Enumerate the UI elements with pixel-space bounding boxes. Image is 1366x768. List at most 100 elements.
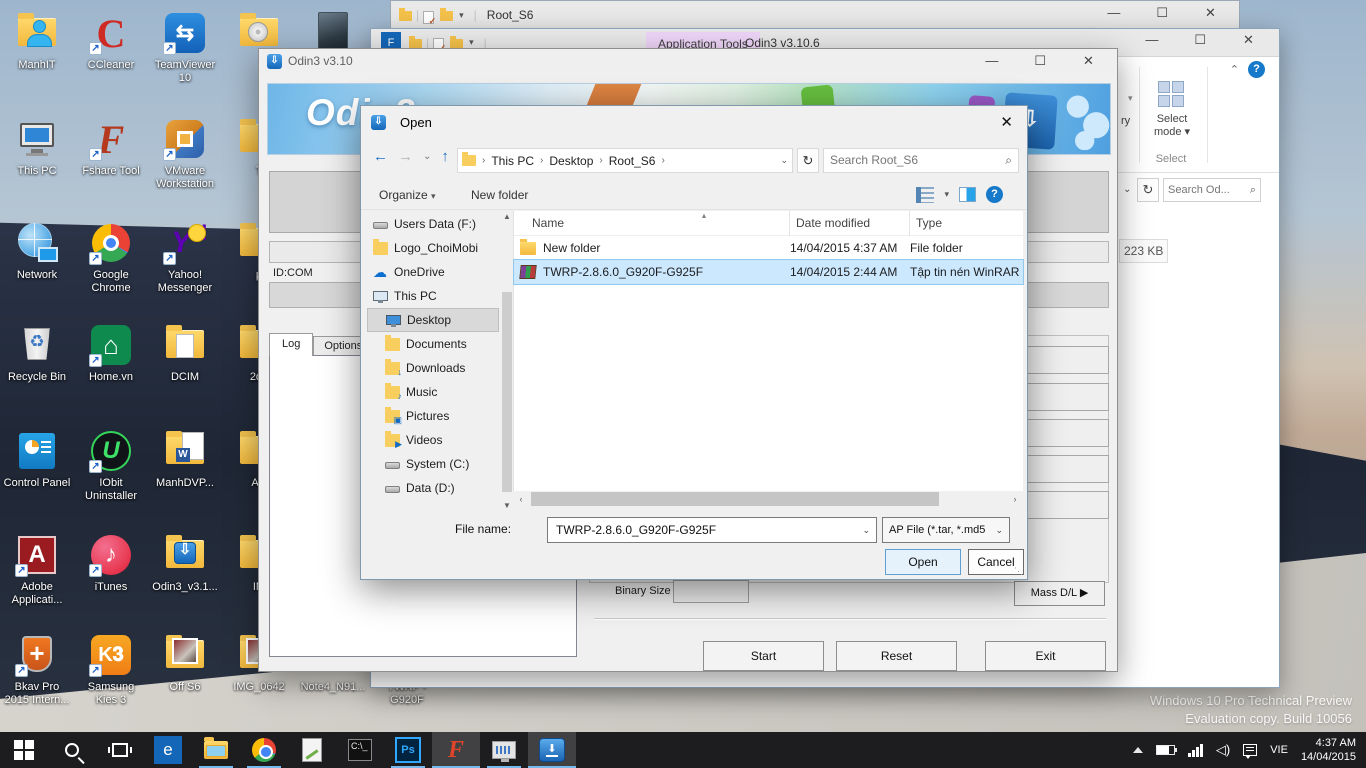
- crumb-root-s6[interactable]: Root_S6: [609, 154, 656, 168]
- mass-dl-button[interactable]: Mass D/L ▶: [1014, 581, 1105, 606]
- file-row-new-folder[interactable]: New folder14/04/2015 4:37 AMFile folder: [514, 236, 1023, 260]
- maximize-button[interactable]: ☐: [1140, 5, 1185, 21]
- close-button[interactable]: ✕: [1188, 5, 1233, 21]
- network-signal-icon[interactable]: [1188, 744, 1203, 757]
- close-button[interactable]: ✕: [1066, 53, 1111, 69]
- qat-customize-caret[interactable]: ▾: [459, 10, 464, 21]
- desktop-icon-google-chrome[interactable]: ↗Google Chrome: [76, 220, 146, 295]
- desktop-icon-vmware-workstation[interactable]: ↗VMware Workstation: [150, 116, 220, 191]
- scroll-up-icon[interactable]: ▲: [501, 212, 513, 221]
- view-list-icon[interactable]: [916, 187, 934, 203]
- qat-customize-caret[interactable]: ▾: [469, 37, 474, 48]
- desktop-icon-off-s6[interactable]: Off S6: [150, 632, 220, 694]
- desktop-icon-fshare-tool[interactable]: F↗Fshare Tool: [76, 116, 146, 178]
- sidebar-item-desktop[interactable]: Desktop: [367, 308, 499, 332]
- action-center-icon[interactable]: [1243, 744, 1257, 756]
- tab-log[interactable]: Log: [269, 333, 313, 356]
- sidebar-item-data-d-[interactable]: Data (D:): [367, 476, 499, 500]
- taskbar-task-view-button[interactable]: [96, 732, 144, 768]
- language-indicator[interactable]: VIE: [1270, 744, 1288, 756]
- folder-icon[interactable]: [399, 11, 412, 21]
- resize-grip[interactable]: ⋱: [1014, 566, 1024, 577]
- desktop-icon-ccleaner[interactable]: C↗CCleaner: [76, 10, 146, 72]
- open-dialog[interactable]: ⇩ Open ✕ ← → ⌄ ↑ ›This PC›Desktop›Root_S…: [360, 105, 1028, 580]
- minimize-button[interactable]: —: [1091, 5, 1136, 20]
- taskbar-file-explorer-button[interactable]: [192, 732, 240, 768]
- desktop-icon-adobe-applicati-[interactable]: A↗Adobe Applicati...: [2, 532, 72, 607]
- help-icon[interactable]: ?: [1248, 61, 1265, 78]
- sidebar-item-music[interactable]: ♪Music: [367, 380, 499, 404]
- horizontal-scrollbar[interactable]: ‹ ›: [513, 491, 1023, 507]
- address-caret-icon[interactable]: ⌄: [1123, 184, 1131, 195]
- desktop-icon-iobit-uninstaller[interactable]: U↗IObit Uninstaller: [76, 428, 146, 503]
- sidebar-item-logo-choimobi[interactable]: Logo_ChoiMobi: [367, 236, 499, 260]
- desktop-icon-this-pc[interactable]: This PC: [2, 116, 72, 178]
- maximize-button[interactable]: ☐: [1178, 32, 1223, 48]
- new-folder-icon[interactable]: [450, 39, 463, 49]
- sidebar-item-this-pc[interactable]: This PC: [367, 284, 499, 308]
- desktop-icon-teamviewer-10[interactable]: ⇆↗TeamViewer 10: [150, 10, 220, 85]
- sidebar-item-videos[interactable]: ▶Videos: [367, 428, 499, 452]
- minimize-button[interactable]: —: [1129, 32, 1174, 47]
- taskbar-chrome-button[interactable]: [240, 732, 288, 768]
- battery-icon[interactable]: [1156, 745, 1175, 755]
- minimize-button[interactable]: —: [969, 53, 1014, 68]
- crumb-desktop[interactable]: Desktop: [549, 154, 593, 168]
- folder-icon[interactable]: [409, 39, 422, 49]
- recent-locations-caret[interactable]: ⌄: [423, 151, 431, 162]
- taskbar-fshare-button[interactable]: F: [432, 732, 480, 768]
- desktop-icon-itunes[interactable]: ♪↗iTunes: [76, 532, 146, 594]
- file-name-combo[interactable]: TWRP-2.8.6.0_G920F-G925F ⌄: [547, 517, 877, 543]
- dialog-search-input[interactable]: ⌕ Search Root_S6: [823, 148, 1019, 173]
- sidebar-item-users-data-f-[interactable]: Users Data (F:): [367, 212, 499, 236]
- file-type-combo[interactable]: AP File (*.tar, *.md5 ⌄: [882, 517, 1010, 543]
- address-caret-icon[interactable]: ⌄: [780, 155, 788, 166]
- sidebar-item-pictures[interactable]: ▣Pictures: [367, 404, 499, 428]
- desktop-icon-manhit[interactable]: ManhIT: [2, 10, 72, 72]
- new-folder-icon[interactable]: [440, 11, 453, 21]
- explorer-search-input[interactable]: ⌕ Search Od...: [1163, 178, 1261, 202]
- sidebar-item-onedrive[interactable]: ☁OneDrive: [367, 260, 499, 284]
- maximize-button[interactable]: ☐: [1018, 53, 1063, 69]
- scroll-right-icon[interactable]: ›: [1007, 491, 1023, 507]
- history-label-fragment[interactable]: ry: [1121, 115, 1130, 127]
- close-icon[interactable]: ✕: [1000, 113, 1013, 131]
- forward-button[interactable]: →: [398, 148, 413, 165]
- taskbar-photoshop-button[interactable]: Ps: [384, 732, 432, 768]
- nav-scrollbar[interactable]: ▲ ▼: [501, 212, 513, 510]
- desktop-icon-samsung-kies-3[interactable]: K𝟑↗Samsung Kies 3: [76, 632, 146, 707]
- binary-size-field[interactable]: [673, 580, 749, 603]
- refresh-button[interactable]: ↻: [1137, 178, 1159, 202]
- scroll-thumb[interactable]: [531, 492, 939, 506]
- window-root-s6[interactable]: | ▾ | Root_S6 — ☐ ✕: [390, 0, 1240, 30]
- exit-button[interactable]: Exit: [985, 641, 1106, 671]
- view-caret-icon[interactable]: ▾: [944, 189, 949, 200]
- desktop-icon-network[interactable]: Network: [2, 220, 72, 282]
- taskbar-start-button[interactable]: [0, 732, 48, 768]
- scroll-thumb[interactable]: [502, 292, 512, 492]
- taskbar-vmware-button[interactable]: [480, 732, 528, 768]
- desktop-icon-control-panel[interactable]: Control Panel: [2, 428, 72, 490]
- help-icon[interactable]: ?: [986, 186, 1003, 203]
- file-row-twrp-2-8-6-0-g920f-g925f[interactable]: TWRP-2.8.6.0_G920F-G925F14/04/2015 2:44 …: [514, 260, 1023, 284]
- column-header-name[interactable]: Name: [514, 211, 790, 236]
- desktop-icon-odin3-v3-1-[interactable]: ⇩Odin3_v3.1...: [150, 532, 220, 594]
- open-button[interactable]: Open: [885, 549, 961, 575]
- desktop-icon-dcim[interactable]: DCIM: [150, 322, 220, 384]
- desktop-icon-manhdvp-[interactable]: WManhDVP...: [150, 428, 220, 490]
- desktop-icon-bkav-pro-2015-intern-[interactable]: +↗Bkav Pro 2015 Intern...: [2, 632, 72, 707]
- scroll-down-icon[interactable]: ▼: [501, 501, 513, 510]
- crumb-this-pc[interactable]: This PC: [491, 154, 534, 168]
- tray-hidden-icons-chevron[interactable]: [1133, 747, 1143, 753]
- sidebar-item-system-c-[interactable]: System (C:): [367, 452, 499, 476]
- ribbon-collapse-icon[interactable]: ⌃: [1230, 63, 1239, 76]
- up-button[interactable]: ↑: [441, 148, 449, 165]
- taskbar-odin-button[interactable]: ⬇: [528, 732, 576, 768]
- taskbar-edge-button[interactable]: e: [144, 732, 192, 768]
- taskbar-command-prompt-button[interactable]: C:\_: [336, 732, 384, 768]
- organize-button[interactable]: Organize ▾: [379, 188, 436, 202]
- new-folder-button[interactable]: New folder: [471, 188, 528, 202]
- start-button[interactable]: Start: [703, 641, 824, 671]
- desktop-icon-yahoo-messenger[interactable]: Y!↗Yahoo! Messenger: [150, 220, 220, 295]
- column-header-type[interactable]: Type: [910, 211, 1022, 236]
